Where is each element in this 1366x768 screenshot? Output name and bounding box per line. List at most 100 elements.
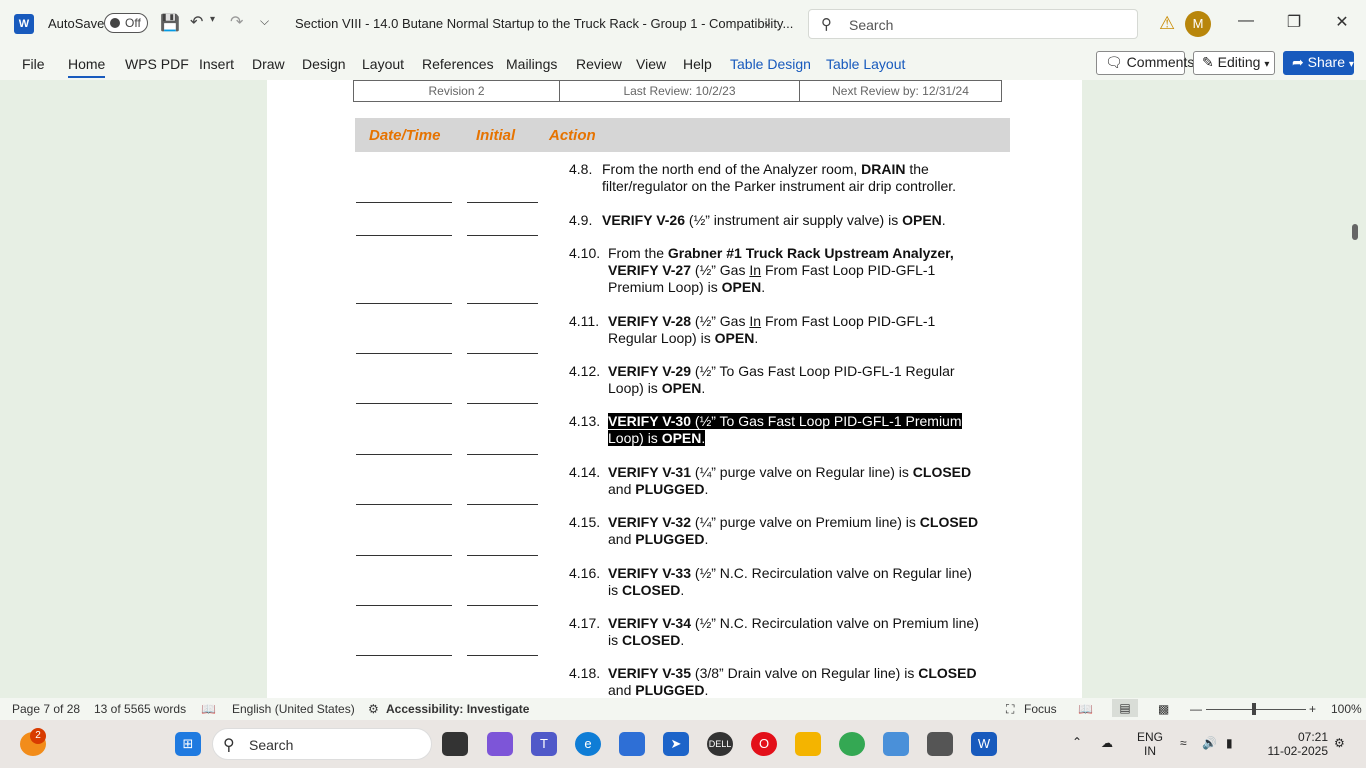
initial-line[interactable]	[467, 555, 538, 556]
chevron-down-icon[interactable]: ⌄	[762, 14, 773, 30]
comments-button[interactable]: 🗨 Comments	[1096, 51, 1194, 75]
datetime-line[interactable]	[356, 353, 452, 354]
datetime-line[interactable]	[356, 454, 452, 455]
word-count[interactable]: 13 of 5565 words	[94, 702, 186, 716]
tab-wps-pdf[interactable]: WPS PDF	[125, 56, 189, 72]
step-4-14[interactable]: 4.14. VERIFY V-31 (¼” purge valve on Reg…	[569, 464, 989, 500]
edge-icon[interactable]: e	[575, 732, 601, 756]
datetime-line[interactable]	[356, 605, 452, 606]
initial-line[interactable]	[467, 202, 538, 203]
tab-table-design[interactable]: Table Design	[730, 56, 811, 72]
accessibility-status[interactable]: Accessibility: Investigate	[386, 702, 529, 716]
mail-icon[interactable]: ➤	[663, 732, 689, 756]
selected-text[interactable]: VERIFY V-30 (½” To Gas Fast Loop PID-GFL…	[608, 413, 962, 429]
volume-icon[interactable]: 🔊	[1202, 736, 1217, 750]
step-4-8[interactable]: 4.8. From the north end of the Analyzer …	[569, 161, 989, 197]
focus-label[interactable]: Focus	[1024, 702, 1057, 716]
proofing-icon[interactable]: 📖	[201, 702, 216, 716]
datetime-line[interactable]	[356, 504, 452, 505]
datetime-line[interactable]	[356, 303, 452, 304]
tab-home[interactable]: Home	[68, 56, 106, 78]
file-explorer-icon[interactable]	[795, 732, 821, 756]
close-icon[interactable]: ✕	[1330, 12, 1354, 32]
photos-icon[interactable]	[883, 732, 909, 756]
accessibility-icon[interactable]: ⚙	[368, 702, 379, 716]
document-canvas[interactable]: Revision 2 Last Review: 10/2/23 Next Rev…	[0, 80, 1366, 698]
tab-mailings[interactable]: Mailings	[506, 56, 557, 72]
customize-toolbar-icon[interactable]: ⌵	[260, 14, 269, 29]
document-page[interactable]: Revision 2 Last Review: 10/2/23 Next Rev…	[267, 80, 1082, 698]
start-icon[interactable]: ⊞	[175, 732, 201, 756]
maximize-icon[interactable]: ❐	[1282, 12, 1306, 32]
tab-draw[interactable]: Draw	[252, 56, 285, 72]
step-4-12[interactable]: 4.12. VERIFY V-29 (½” To Gas Fast Loop P…	[569, 363, 989, 399]
datetime-line[interactable]	[356, 555, 452, 556]
tab-insert[interactable]: Insert	[199, 56, 234, 72]
opera-icon[interactable]: O	[751, 732, 777, 756]
store-icon[interactable]	[619, 732, 645, 756]
initial-line[interactable]	[467, 454, 538, 455]
page-count[interactable]: Page 7 of 28	[12, 702, 80, 716]
step-4-10[interactable]: 4.10. From the Grabner #1 Truck Rack Ups…	[569, 245, 989, 297]
step-4-16[interactable]: 4.16. VERIFY V-33 (½” N.C. Recirculation…	[569, 565, 989, 601]
step-4-18[interactable]: 4.18. VERIFY V-35 (3/8” Drain valve on R…	[569, 665, 989, 698]
tab-review[interactable]: Review	[576, 56, 622, 72]
datetime-line[interactable]	[356, 202, 452, 203]
tab-design[interactable]: Design	[302, 56, 346, 72]
chrome-icon[interactable]	[839, 732, 865, 756]
wifi-icon[interactable]: ≈	[1180, 736, 1187, 750]
word-taskbar-icon[interactable]: W	[971, 732, 997, 756]
tab-table-layout[interactable]: Table Layout	[826, 56, 905, 72]
web-layout-icon[interactable]: ▩	[1158, 702, 1169, 716]
print-layout-icon[interactable]: ▤	[1112, 699, 1138, 717]
initial-line[interactable]	[467, 235, 538, 236]
input-language[interactable]: ENG IN	[1136, 730, 1164, 758]
tab-references[interactable]: References	[422, 56, 494, 72]
read-mode-icon[interactable]: 📖	[1078, 702, 1093, 716]
clock[interactable]: 07:21 11-02-2025	[1256, 730, 1329, 758]
tray-chevron-up-icon[interactable]: ⌃	[1072, 735, 1082, 749]
battery-icon[interactable]: ▮	[1226, 736, 1233, 750]
copilot-icon[interactable]	[487, 732, 513, 756]
share-button[interactable]: ➦ Share ▾	[1283, 51, 1354, 75]
tab-help[interactable]: Help	[683, 56, 712, 72]
remote-desktop-icon[interactable]	[927, 732, 953, 756]
redo-icon[interactable]: ↷	[230, 12, 243, 32]
initial-line[interactable]	[467, 303, 538, 304]
datetime-line[interactable]	[356, 403, 452, 404]
tab-file[interactable]: File	[22, 56, 45, 72]
zoom-slider-handle[interactable]	[1252, 703, 1256, 715]
step-4-13[interactable]: 4.13. VERIFY V-30 (½” To Gas Fast Loop P…	[569, 413, 989, 449]
autosave-toggle[interactable]: Off	[104, 13, 148, 33]
teams-icon[interactable]: T	[531, 732, 557, 756]
save-icon[interactable]: 💾	[160, 13, 180, 33]
editing-button[interactable]: ✎ Editing ▾	[1193, 51, 1275, 75]
language[interactable]: English (United States)	[232, 702, 355, 716]
initial-line[interactable]	[467, 655, 538, 656]
step-4-15[interactable]: 4.15. VERIFY V-32 (¼” purge valve on Pre…	[569, 514, 989, 550]
initial-line[interactable]	[467, 605, 538, 606]
zoom-slider[interactable]	[1206, 709, 1306, 710]
initial-line[interactable]	[467, 403, 538, 404]
document-title[interactable]: Section VIII - 14.0 Butane Normal Startu…	[295, 16, 793, 31]
vertical-scrollbar[interactable]	[1352, 224, 1358, 240]
datetime-line[interactable]	[356, 235, 452, 236]
step-4-9[interactable]: 4.9. VERIFY V-26 (½” instrument air supp…	[569, 212, 989, 230]
minimize-icon[interactable]: —	[1234, 12, 1258, 30]
warning-icon[interactable]: ⚠	[1159, 13, 1175, 34]
zoom-in-icon[interactable]: +	[1309, 702, 1316, 716]
task-view-icon[interactable]	[442, 732, 468, 756]
step-4-17[interactable]: 4.17. VERIFY V-34 (½” N.C. Recirculation…	[569, 615, 989, 651]
onedrive-icon[interactable]: ☁	[1101, 736, 1113, 750]
step-4-11[interactable]: 4.11. VERIFY V-28 (½” Gas In From Fast L…	[569, 313, 989, 349]
undo-dropdown-icon[interactable]: ▾	[210, 14, 215, 25]
search-box[interactable]: ⚲ Search	[808, 9, 1138, 39]
taskbar-search[interactable]: ⚲ Search	[212, 728, 432, 760]
notifications-icon[interactable]: ⚙	[1334, 736, 1345, 750]
selected-text[interactable]: Loop) is OPEN.	[608, 430, 706, 446]
zoom-level[interactable]: 100%	[1331, 702, 1362, 716]
datetime-line[interactable]	[356, 655, 452, 656]
undo-icon[interactable]: ↶	[190, 12, 203, 32]
initial-line[interactable]	[467, 353, 538, 354]
tab-view[interactable]: View	[636, 56, 666, 72]
